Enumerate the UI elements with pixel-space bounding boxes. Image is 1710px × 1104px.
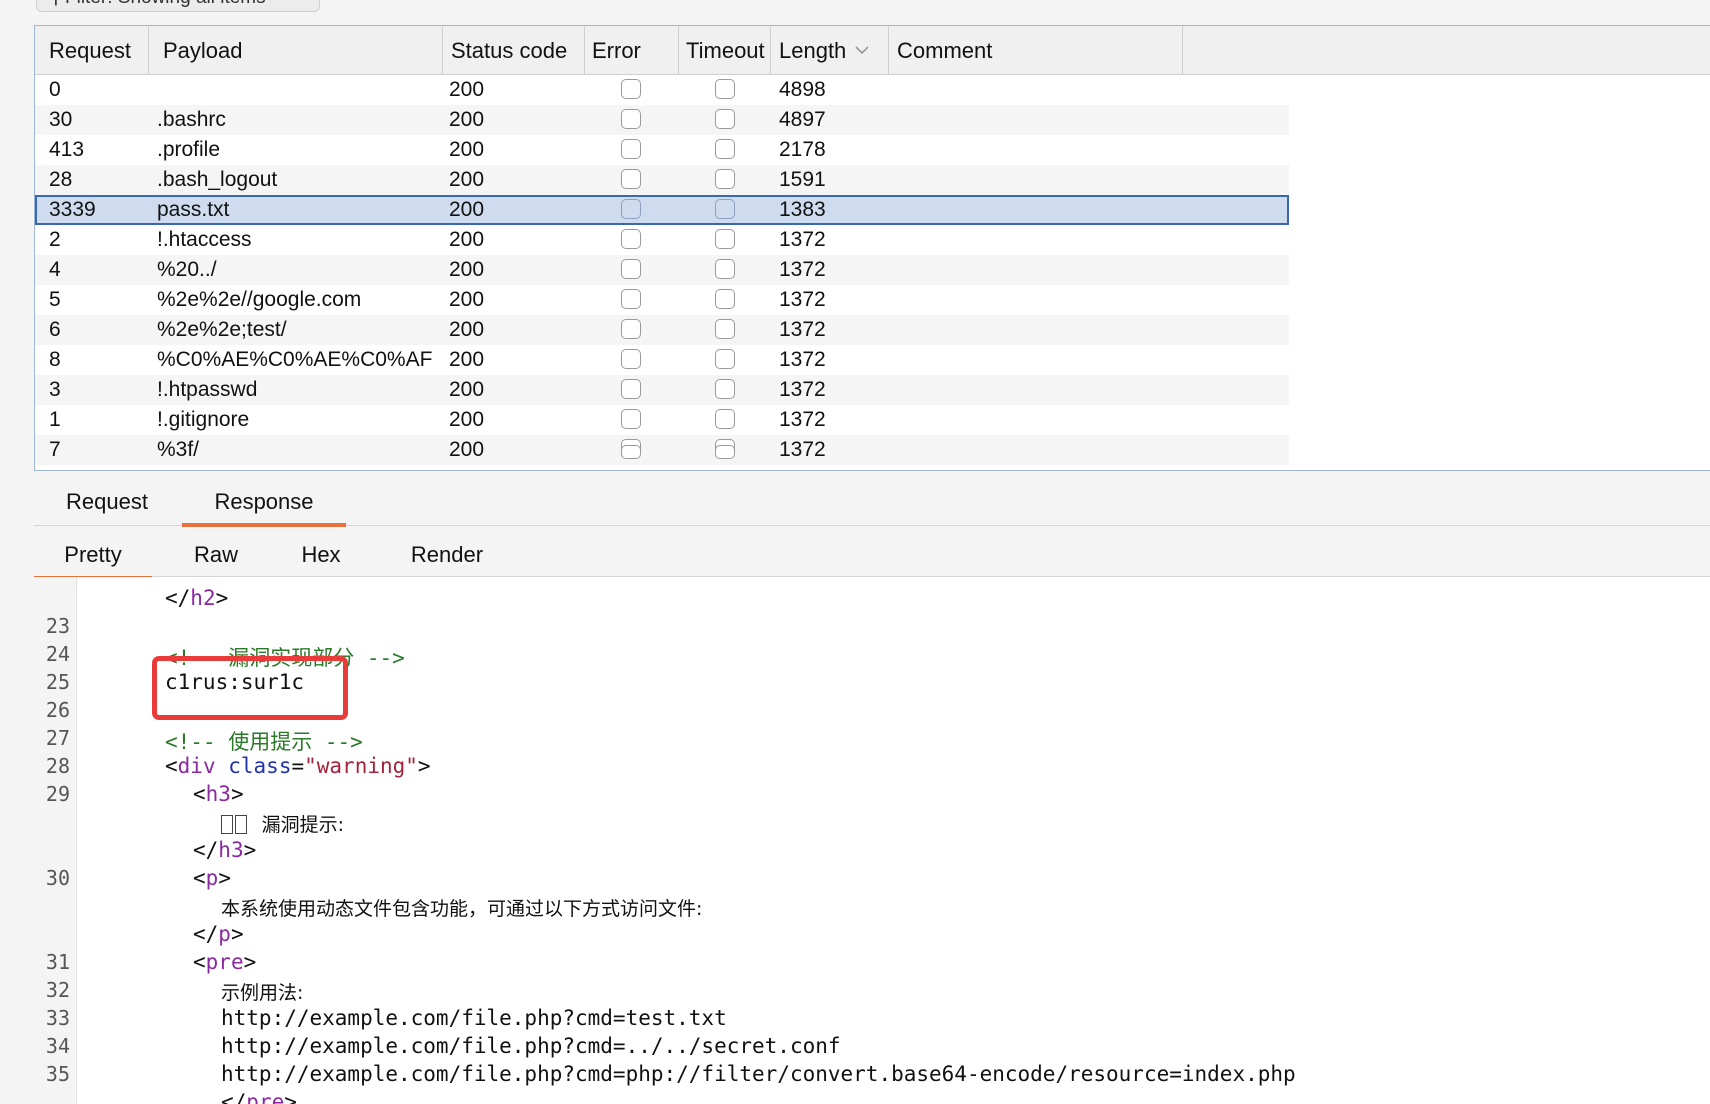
table-row[interactable]: 413 .profile 200 2178	[35, 135, 1289, 165]
error-checkbox[interactable]	[621, 229, 641, 249]
line-number: 24	[45, 642, 70, 666]
timeout-checkbox[interactable]	[715, 319, 735, 339]
table-row[interactable]: 28 .bash_logout 200 1591	[35, 165, 1289, 195]
table-body: 0 200 4898 30 .bashrc 200 4897 413 .prof…	[35, 75, 1289, 465]
error-checkbox[interactable]	[621, 409, 641, 429]
error-checkbox[interactable]	[621, 169, 641, 189]
column-header-request[interactable]: Request	[35, 26, 149, 75]
table-row[interactable]: 30 .bashrc 200 4897	[35, 105, 1289, 135]
line-number: 32	[45, 978, 70, 1002]
column-header-comment[interactable]: Comment	[889, 26, 1183, 75]
error-checkbox[interactable]	[621, 379, 641, 399]
missing-glyph-icon	[235, 815, 247, 834]
tab-request[interactable]: Request	[34, 475, 180, 523]
code-line-example-2: http://example.com/file.php?cmd=../../se…	[221, 1034, 841, 1058]
tab-hex[interactable]: Hex	[272, 528, 370, 576]
filter-bar[interactable]: ⚲Filter: Showing all items	[36, 0, 320, 12]
table-row[interactable]: 1 !.gitignore 200 1372	[35, 405, 1289, 435]
timeout-checkbox[interactable]	[715, 289, 735, 309]
timeout-checkbox[interactable]	[715, 349, 735, 369]
timeout-checkbox[interactable]	[715, 169, 735, 189]
code-line-pre-open: <pre>	[193, 950, 257, 974]
column-header-error[interactable]: Error	[585, 26, 679, 75]
timeout-checkbox[interactable]	[715, 445, 735, 453]
error-checkbox[interactable]	[621, 445, 641, 453]
table-header: Request Payload Status code Error Timeou…	[35, 26, 1710, 75]
line-number: 27	[45, 726, 70, 750]
view-tabs: Pretty Raw Hex Render	[34, 528, 1710, 580]
code-line-p-text: 本系统使用动态文件包含功能，可通过以下方式访问文件:	[221, 898, 703, 920]
table-row[interactable]: 0 200 4898	[35, 75, 1289, 105]
column-header-timeout[interactable]: Timeout	[679, 26, 771, 75]
tab-pretty[interactable]: Pretty	[34, 528, 152, 580]
timeout-checkbox[interactable]	[715, 379, 735, 399]
timeout-checkbox[interactable]	[715, 409, 735, 429]
error-checkbox[interactable]	[621, 139, 641, 159]
line-number: 31	[45, 950, 70, 974]
line-number: 26	[45, 698, 70, 722]
timeout-checkbox[interactable]	[715, 109, 735, 129]
code-line-pre-close: </pre>	[221, 1090, 297, 1104]
line-number: 35	[45, 1062, 70, 1086]
line-number: 25	[45, 670, 70, 694]
line-number: 30	[45, 866, 70, 890]
message-tabs: Request Response	[34, 475, 1710, 527]
table-row-partial	[35, 445, 1289, 453]
filter-icon: ⚲	[49, 0, 65, 9]
table-row[interactable]: 5 %2e%2e//google.com 200 1372	[35, 285, 1289, 315]
table-row[interactable]: 8 %C0%AE%C0%AE%C0%AF 200 1372	[35, 345, 1289, 375]
line-number: 28	[45, 754, 70, 778]
timeout-checkbox[interactable]	[715, 229, 735, 249]
code-line-example-1: http://example.com/file.php?cmd=test.txt	[221, 1006, 727, 1030]
timeout-checkbox[interactable]	[715, 199, 735, 219]
table-row[interactable]: 6 %2e%2e;test/ 200 1372	[35, 315, 1289, 345]
error-checkbox[interactable]	[621, 349, 641, 369]
line-number: 34	[45, 1034, 70, 1058]
error-checkbox[interactable]	[621, 109, 641, 129]
table-row-selected[interactable]: 3339 pass.txt 200 1383	[35, 195, 1289, 225]
missing-glyph-icon	[221, 815, 233, 834]
error-checkbox[interactable]	[621, 199, 641, 219]
line-number: 23	[45, 614, 70, 638]
line-number: 33	[45, 1006, 70, 1030]
timeout-checkbox[interactable]	[715, 79, 735, 99]
table-row[interactable]: 3 !.htpasswd 200 1372	[35, 375, 1289, 405]
code-comment-tip: <!-- 使用提示 -->	[165, 730, 363, 754]
column-header-payload[interactable]: Payload	[149, 26, 443, 75]
sort-descending-icon	[854, 26, 869, 55]
code-line-h2-close: </h2>	[165, 586, 229, 610]
response-code-viewer[interactable]: 23 24 25 26 27 28 29 30 31 32 33 34 35 <…	[34, 577, 1710, 1104]
column-header-status-code[interactable]: Status code	[443, 26, 585, 75]
timeout-checkbox[interactable]	[715, 259, 735, 279]
results-table[interactable]: Request Payload Status code Error Timeou…	[34, 25, 1710, 471]
table-row[interactable]: 2 !.htaccess 200 1372	[35, 225, 1289, 255]
code-line-example-label: 示例用法:	[221, 982, 304, 1004]
tab-render[interactable]: Render	[374, 528, 520, 576]
highlight-box	[152, 656, 348, 720]
code-line-h3-open: <h3>	[193, 782, 244, 806]
error-checkbox[interactable]	[621, 289, 641, 309]
error-checkbox[interactable]	[621, 319, 641, 339]
column-header-length[interactable]: Length	[771, 26, 889, 75]
code-line-p-open: <p>	[193, 866, 231, 890]
line-number: 29	[45, 782, 70, 806]
table-row[interactable]: 4 %20../ 200 1372	[35, 255, 1289, 285]
timeout-checkbox[interactable]	[715, 139, 735, 159]
code-line-div: <div class="warning">	[165, 754, 431, 778]
filter-label: Filter: Showing all items	[65, 0, 266, 8]
tab-response[interactable]: Response	[182, 475, 346, 527]
code-line-example-3: http://example.com/file.php?cmd=php://fi…	[221, 1062, 1296, 1086]
tab-raw[interactable]: Raw	[164, 528, 268, 576]
error-checkbox[interactable]	[621, 79, 641, 99]
code-line-h3-text: 漏洞提示:	[221, 810, 344, 837]
code-line-p-close: </p>	[193, 922, 244, 946]
code-line-h3-close: </h3>	[193, 838, 257, 862]
error-checkbox[interactable]	[621, 259, 641, 279]
